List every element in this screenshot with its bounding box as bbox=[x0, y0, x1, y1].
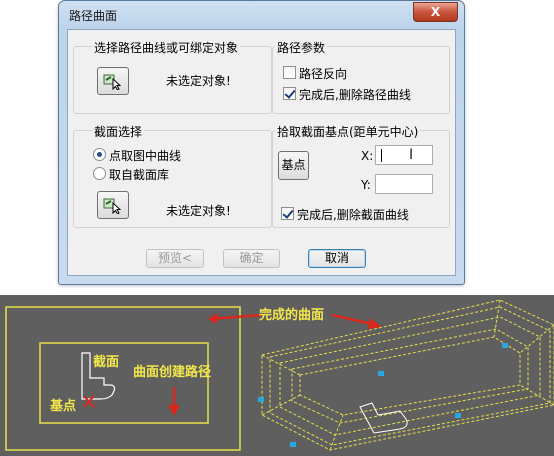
pick-object-icon bbox=[103, 74, 122, 90]
radio-pick-curve[interactable] bbox=[93, 148, 106, 161]
cancel-button[interactable]: 取消 bbox=[308, 249, 366, 268]
dialog-client-area: 选择路径曲线或可绑定对象 未选定对象! 路径参数 路径反向 完成后,删除路径曲线… bbox=[67, 29, 456, 276]
delete-section-curve-label: 完成后,删除截面曲线 bbox=[297, 208, 409, 222]
section-status-text: 未选定对象! bbox=[166, 204, 231, 218]
pick-curve-button[interactable] bbox=[97, 67, 129, 95]
label-section: 截面 bbox=[93, 355, 120, 370]
x-input[interactable]: I bbox=[375, 145, 433, 165]
label-finished-surface: 完成的曲面 bbox=[259, 308, 325, 323]
group-section-select: 截面选择 点取图中曲线 取自截面库 未选定对象! bbox=[73, 123, 272, 228]
x-label: X: bbox=[361, 149, 374, 163]
path-reverse-checkbox[interactable] bbox=[283, 66, 296, 79]
curve-status-text: 未选定对象! bbox=[166, 74, 231, 88]
ibeam-cursor-icon: I bbox=[409, 147, 414, 163]
label-base-point: 基点 bbox=[50, 399, 77, 414]
path-surface-dialog: 路径曲面 X 选择路径曲线或可绑定对象 未选定对象! 路径参数 路径反向 完成后… bbox=[58, 0, 465, 285]
dialog-title: 路径曲面 bbox=[69, 9, 118, 23]
preview-button[interactable]: 预览< bbox=[146, 249, 204, 268]
radio-section-library-label: 取自截面库 bbox=[109, 168, 170, 182]
y-input[interactable] bbox=[375, 174, 433, 194]
close-button[interactable]: X bbox=[413, 2, 458, 22]
label-surface-path: 曲面创建路径 bbox=[133, 365, 212, 380]
illustration-panel: 完成的曲面 截面 曲面创建路径 基点 bbox=[0, 295, 554, 456]
delete-path-curve-checkbox[interactable] bbox=[283, 87, 296, 100]
delete-path-curve-label: 完成后,删除路径曲线 bbox=[299, 88, 411, 102]
y-label: Y: bbox=[361, 178, 371, 192]
arrow-to-frame bbox=[209, 313, 263, 321]
arrowhead-down bbox=[168, 405, 180, 416]
group-section-select-label: 截面选择 bbox=[92, 123, 145, 140]
delete-section-curve-checkbox[interactable] bbox=[281, 207, 294, 220]
arrow-to-surface bbox=[331, 313, 373, 326]
group-path-params-label: 路径参数 bbox=[275, 39, 328, 56]
ok-button[interactable]: 确定 bbox=[223, 249, 280, 268]
pick-object-icon bbox=[103, 198, 122, 214]
radio-section-library[interactable] bbox=[93, 167, 106, 180]
base-point-mark bbox=[83, 395, 95, 408]
pick-section-button[interactable] bbox=[97, 191, 129, 219]
arrowhead-left bbox=[208, 313, 218, 324]
group-base-point: 拾取截面基点(距单元中心) 基点 X: I Y: 完成后,删除截面曲线 bbox=[272, 123, 450, 228]
path-reverse-label: 路径反向 bbox=[299, 67, 348, 81]
group-select-curve-label: 选择路径曲线或可绑定对象 bbox=[92, 39, 241, 56]
group-select-curve: 选择路径曲线或可绑定对象 未选定对象! bbox=[73, 39, 272, 114]
radio-pick-curve-label: 点取图中曲线 bbox=[109, 149, 182, 163]
text-caret bbox=[381, 149, 382, 162]
base-point-button[interactable]: 基点 bbox=[278, 151, 309, 180]
group-base-point-label: 拾取截面基点(距单元中心) bbox=[275, 123, 421, 140]
title-bar[interactable]: 路径曲面 X bbox=[59, 1, 464, 29]
group-path-params: 路径参数 路径反向 完成后,删除路径曲线 bbox=[272, 39, 450, 114]
